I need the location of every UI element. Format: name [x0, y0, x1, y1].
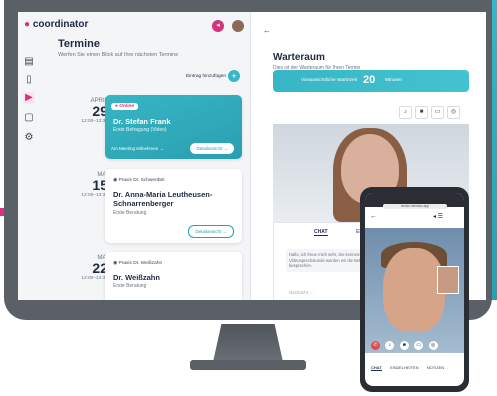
screen-share-icon[interactable]: ▭	[431, 106, 444, 119]
monitor-stand	[213, 324, 283, 362]
wait-unit: Minuten	[385, 78, 403, 83]
back-arrow-icon[interactable]: ←	[370, 213, 377, 220]
waiting-room-title: Warteraum	[273, 52, 325, 63]
person-face	[383, 248, 445, 332]
phone-screen: termin.meindoc.app ← ◂ ☰ ✆ ♪ ■ ▭ ◎ CHAT …	[365, 193, 464, 386]
location-label: ◉ Praxis Dr. Weißzahn	[113, 261, 163, 266]
wait-value: 20	[363, 74, 376, 86]
clipboard-icon[interactable]: ▢	[23, 112, 35, 124]
settings-icon[interactable]: ⚙	[23, 132, 35, 144]
calendar-icon[interactable]: ▤	[23, 56, 35, 68]
screen-share-icon[interactable]: ▭	[414, 341, 424, 350]
status-badge: ● Online	[111, 103, 139, 110]
doctor-name: Dr. Stefan Frank	[113, 117, 171, 126]
video-icon[interactable]: ▶	[23, 92, 35, 104]
phone-tabs: CHAT EINZELHEITEN NOTIZEN	[371, 365, 451, 371]
sidebar: ▤ ▯ ▶ ▢ ⚙	[18, 12, 40, 300]
time-label: 12:00–13:30	[81, 193, 108, 198]
day-label: 15	[92, 177, 108, 193]
tab-notes[interactable]: NOTIZEN	[427, 365, 445, 370]
location-label: ◉ Praxis Dr. Schwerdtel	[113, 178, 165, 183]
doctor-name: Dr. Anna-Maria Leutheusen-Schnarrenberge…	[113, 190, 213, 208]
phone-frame: termin.meindoc.app ← ◂ ☰ ✆ ♪ ■ ▭ ◎ CHAT …	[360, 187, 469, 392]
settings-icon[interactable]: ◎	[428, 341, 438, 350]
appointment-kind: Erste Beratung	[113, 283, 147, 289]
wait-time-bar: Voraussichtliche Wartezeit 20 Minuten	[273, 70, 469, 92]
appointment-card[interactable]: ◉ Praxis Dr. Schwerdtel Dr. Anna-Maria L…	[105, 169, 242, 243]
camera-icon[interactable]: ■	[415, 106, 428, 119]
tab-chat[interactable]: CHAT	[314, 229, 328, 236]
detail-button[interactable]: Detailansicht →	[188, 225, 234, 238]
back-arrow-icon[interactable]: ←	[263, 26, 271, 35]
self-view-thumbnail	[437, 266, 459, 294]
appointment-kind: Erste Befragung (Video)	[113, 127, 167, 133]
monitor-foot	[190, 360, 306, 370]
page-subtitle: Werfen Sie einen Blick auf Ihre nächsten…	[58, 52, 179, 58]
join-meeting-link[interactable]: Am Meeting teilnehmen →	[111, 146, 164, 151]
phone-header-icons: ◂ ☰	[433, 214, 444, 220]
time-label: 12:00–13:30	[81, 119, 108, 124]
time-label: 12:00–13:30	[81, 276, 108, 281]
date-block: MAI 15 12:00–13:30	[58, 172, 108, 198]
microphone-icon[interactable]: ♪	[385, 341, 395, 350]
snapshot-icon[interactable]: ◎	[447, 106, 460, 119]
date-block: MAI 22 12:00–13:30	[58, 255, 108, 281]
document-icon[interactable]: ▯	[23, 74, 35, 86]
hang-up-icon[interactable]: ✆	[371, 341, 380, 350]
message-input[interactable]: Nachricht ...	[289, 290, 313, 295]
detail-button[interactable]: Detailansicht →	[190, 143, 234, 154]
notification-icon[interactable]: ◂	[212, 20, 224, 32]
app-logo: ● coordinator	[24, 19, 89, 30]
date-block: APRIL 29 12:00–13:30	[58, 98, 108, 124]
day-label: 22	[92, 260, 108, 276]
camera-icon[interactable]: ■	[399, 341, 409, 350]
wait-label: Voraussichtliche Wartezeit	[301, 78, 358, 83]
appointment-card[interactable]: ● Online Dr. Stefan Frank Erste Befragun…	[105, 95, 242, 159]
url-bar[interactable]: termin.meindoc.app	[383, 204, 447, 209]
add-entry-label[interactable]: Eintrag hinzufügen	[186, 74, 226, 79]
phone-video-feed	[365, 228, 464, 353]
appointment-card[interactable]: ◉ Praxis Dr. Weißzahn Dr. Weißzahn Erste…	[105, 252, 242, 300]
phone-call-controls: ✆ ♪ ■ ▭ ◎	[371, 341, 442, 350]
tab-details[interactable]: EINZELHEITEN	[390, 365, 419, 370]
page-title: Termine	[58, 38, 100, 50]
doctor-name: Dr. Weißzahn	[113, 273, 160, 282]
day-label: 29	[92, 103, 108, 119]
avatar[interactable]	[232, 20, 244, 32]
add-entry-button[interactable]: +	[228, 70, 240, 82]
microphone-icon[interactable]: ♪	[399, 106, 412, 119]
appointment-kind: Erste Beratung	[113, 210, 147, 216]
tab-chat[interactable]: CHAT	[371, 365, 382, 371]
